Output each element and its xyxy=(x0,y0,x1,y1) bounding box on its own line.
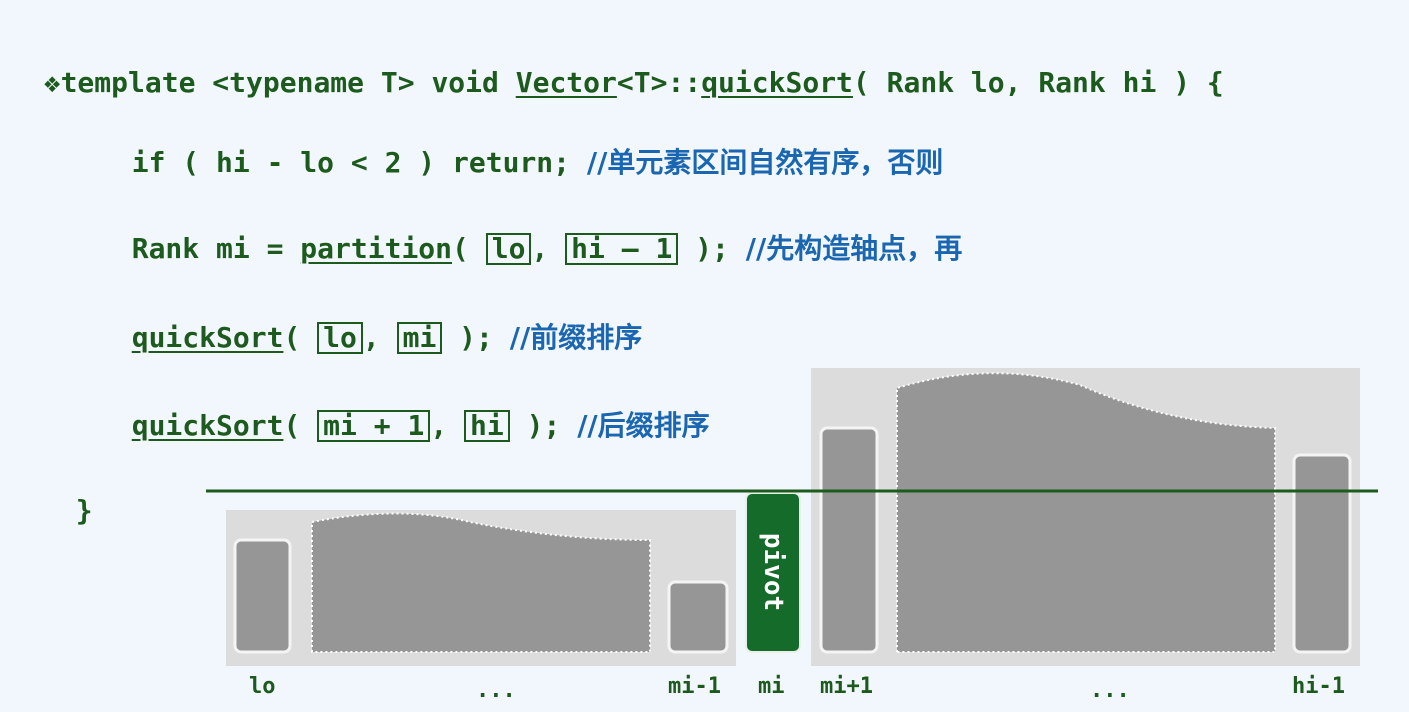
label-dots-left: ... xyxy=(476,678,516,703)
label-mi-plus-1: mi+1 xyxy=(820,674,873,699)
label-mi: mi xyxy=(758,674,785,699)
label-hi-minus-1: hi-1 xyxy=(1292,674,1345,699)
label-lo: lo xyxy=(249,674,276,699)
suffix-first-bar xyxy=(819,426,879,654)
label-dots-right: ... xyxy=(1090,678,1130,703)
prefix-last-bar xyxy=(667,580,729,654)
quicksort-diagram xyxy=(206,368,1378,666)
prefix-first-bar xyxy=(233,538,292,654)
suffix-last-bar xyxy=(1292,453,1352,654)
pivot-label: pivot xyxy=(758,532,788,612)
label-mi-minus-1: mi-1 xyxy=(668,674,721,699)
